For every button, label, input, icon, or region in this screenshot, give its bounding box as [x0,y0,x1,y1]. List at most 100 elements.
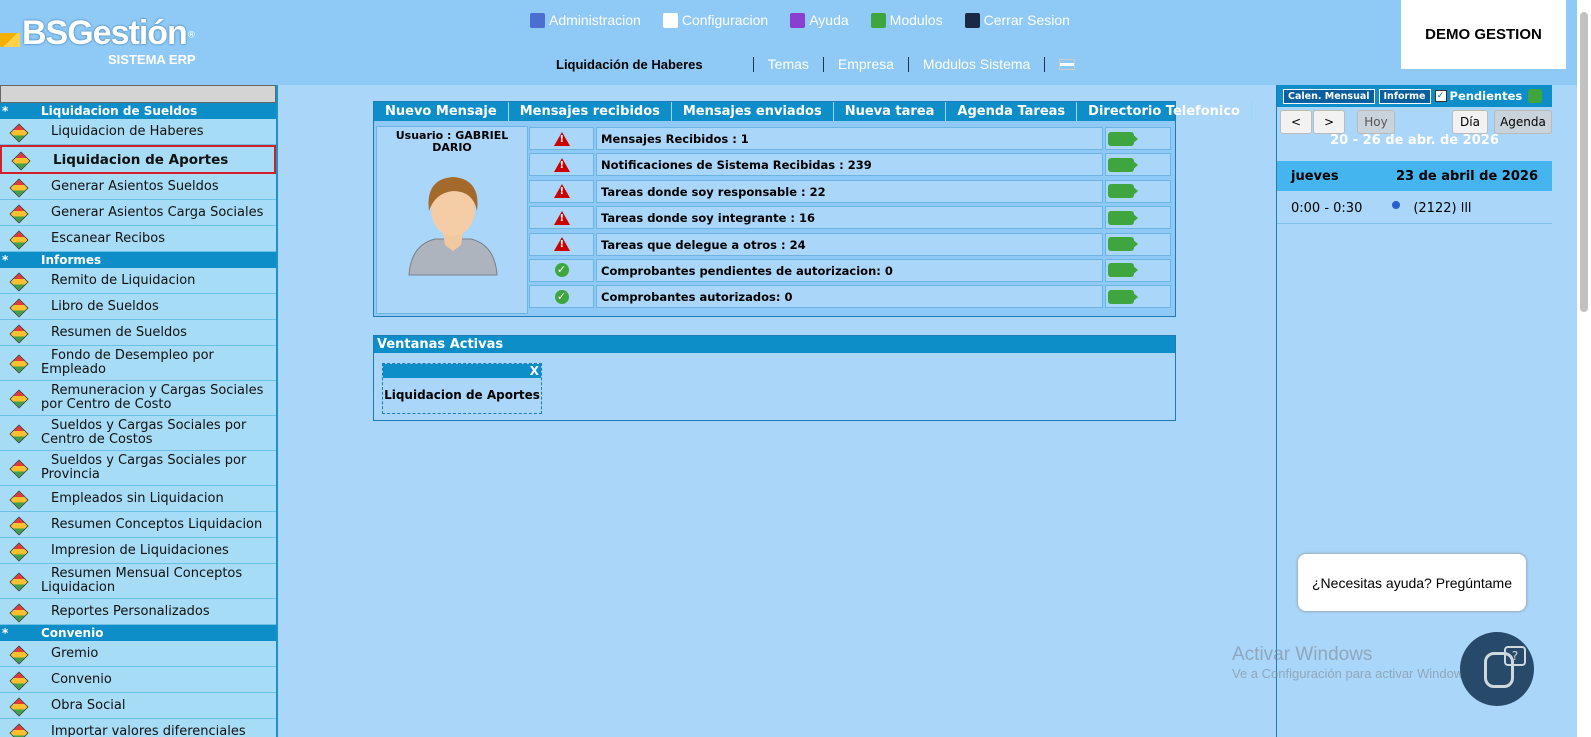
active-windows-title: Ventanas Activas [374,336,1175,353]
sidebar-item-gremio[interactable]: Gremio [0,641,276,667]
sidebar-item-label: Empleados sin Liquidacion [51,490,224,506]
tab-nueva-tarea[interactable]: Nueva tarea [834,102,947,121]
go-arrow-icon [1108,184,1138,199]
go-button[interactable] [1105,127,1171,150]
sidebar-item-label: Generar Asientos Carga Sociales [51,204,264,220]
go-button[interactable] [1105,179,1171,203]
header-bar: BSGestión® SISTEMA ERP Administracion Con… [0,0,1591,85]
summary-row: ✓ Comprobantes autorizados: 0 [529,285,1171,309]
today-button[interactable]: Hoy [1357,110,1395,134]
prev-button[interactable]: < [1280,110,1312,134]
sidebar-section-0[interactable]: * Liquidacion de Sueldos [0,103,276,119]
event-dot-icon [1392,201,1401,209]
tab-agenda-tareas[interactable]: Agenda Tareas [946,102,1078,121]
refresh-icon[interactable] [1528,89,1543,103]
topnav-modulos[interactable]: Modulos [870,12,943,28]
pending-toggle[interactable]: ✓ Pendientes [1434,89,1522,103]
warning-icon [553,237,570,252]
report-button[interactable]: Informe [1378,88,1431,104]
sidebar-item-escanear-recibos[interactable]: Escanear Recibos [0,226,276,252]
next-button[interactable]: > [1313,110,1345,134]
sidebar-item-remito-de-liquidacion[interactable]: Remito de Liquidacion [0,268,276,294]
topnav-administracion[interactable]: Administracion [530,12,641,28]
go-button[interactable] [1105,206,1171,230]
sidebar-item-resumen-mensual-conceptos-liquidacion[interactable]: Resumen Mensual Conceptos Liquidacion [0,564,276,599]
tab-nuevo-mensaje[interactable]: Nuevo Mensaje [374,102,509,121]
page-scrollbar[interactable] [1577,0,1591,737]
active-window-card[interactable]: X Liquidacion de Aportes [382,363,542,414]
section-marker: * [2,253,9,267]
sidebar-section-title: Liquidacion de Sueldos [41,104,198,118]
logo-mark-icon [0,32,20,47]
sidebar-item-reportes-personalizados[interactable]: Reportes Personalizados [0,599,276,625]
warning-icon [553,184,570,199]
language-flag-icon[interactable] [1059,58,1076,70]
sidebar-item-resumen-conceptos-liquidacion[interactable]: Resumen Conceptos Liquidacion [0,512,276,538]
topnav-ayuda[interactable]: Ayuda [790,12,849,28]
warning-icon [553,131,570,146]
chat-help-bubble[interactable]: ¿Necesitas ayuda? Pregúntame [1298,554,1526,611]
nav-empresa[interactable]: Empresa [838,56,894,72]
calendar-event[interactable]: 0:00 - 0:30 (2122) lll [1277,193,1552,224]
sidebar-item-sueldos-y-cargas-sociales-por-centro-de-costos[interactable]: Sueldos y Cargas Sociales por Centro de … [0,416,276,451]
sidebar-item-label: Impresion de Liquidaciones [51,542,229,558]
go-arrow-icon [1108,157,1138,172]
weekday-label: jueves [1291,168,1339,184]
topnav-label: Ayuda [809,12,849,28]
summary-row: Tareas que delegue a otros : 24 [529,232,1171,256]
sidebar: * Liquidacion de Sueldos Liquidacion de Ha… [0,85,278,737]
sidebar-item-label: Remito de Liquidacion [51,272,196,288]
sidebar-section-1[interactable]: * Informes [0,252,276,268]
brand-logo[interactable]: BSGestión® SISTEMA ERP [0,14,196,67]
go-button[interactable] [1105,285,1171,309]
sidebar-item-label: Generar Asientos Sueldos [51,178,219,194]
sidebar-item-generar-asientos-sueldos[interactable]: Generar Asientos Sueldos [0,174,276,200]
topnav-cerrar-sesion[interactable]: Cerrar Sesion [964,12,1070,28]
sidebar-item-libro-de-sueldos[interactable]: Libro de Sueldos [0,294,276,320]
topnav-label: Configuracion [681,12,769,28]
chatbot-button[interactable]: ? [1460,632,1534,706]
go-button[interactable] [1105,232,1171,256]
go-button[interactable] [1105,153,1171,177]
sidebar-item-label: Resumen de Sueldos [51,324,187,340]
tab-mensajes-recibidos[interactable]: Mensajes recibidos [509,102,672,121]
sidebar-item-liquidacion-de-haberes[interactable]: Liquidacion de Haberes [0,119,276,145]
summary-row-label: Tareas que delegue a otros : 24 [596,232,1103,256]
nav-temas[interactable]: Temas [768,56,809,72]
sidebar-item-importar-valores-diferenciales[interactable]: Importar valores diferenciales [0,719,276,737]
agenda-view-button[interactable]: Agenda [1494,110,1552,134]
day-view-button[interactable]: Día [1452,110,1488,134]
calendar-nav: < > Hoy Día Agenda [1278,110,1552,134]
tab-directorio-telefonico[interactable]: Directorio Telefonico [1077,102,1252,121]
sidebar-item-impresion-de-liquidaciones[interactable]: Impresion de Liquidaciones [0,538,276,564]
sidebar-item-fondo-de-desempleo-por-empleado[interactable]: Fondo de Desempleo por Empleado [0,346,276,381]
close-window-button[interactable]: X [383,364,541,378]
summary-row-label: Comprobantes autorizados: 0 [596,285,1103,309]
active-window-label[interactable]: Liquidacion de Aportes [383,378,541,412]
sidebar-item-obra-social[interactable]: Obra Social [0,693,276,719]
sidebar-item-liquidacion-de-aportes[interactable]: Liquidacion de Aportes [0,145,276,174]
topnav-configuracion[interactable]: Configuracion [662,12,769,28]
nav-modulos-sistema[interactable]: Modulos Sistema [923,56,1030,72]
sidebar-item-sueldos-y-cargas-sociales-por-provincia[interactable]: Sueldos y Cargas Sociales por Provincia [0,451,276,486]
sidebar-item-label: Sueldos y Cargas Sociales por Centro de … [41,418,247,447]
date-label: 23 de abril de 2026 [1395,168,1538,184]
monthly-calendar-button[interactable]: Calen. Mensual [1283,88,1375,104]
scrollbar-thumb[interactable] [1580,12,1588,312]
summary-row-label: Notificaciones de Sistema Recibidas : 23… [596,153,1103,177]
sidebar-item-empleados-sin-liquidacion[interactable]: Empleados sin Liquidacion [0,486,276,512]
go-arrow-icon [1108,237,1138,252]
tab-mensajes-enviados[interactable]: Mensajes enviados [672,102,834,121]
sidebar-item-generar-asientos-carga-sociales[interactable]: Generar Asientos Carga Sociales [0,200,276,226]
go-button[interactable] [1105,258,1171,282]
sidebar-item-remuneracion-y-cargas-sociales-por-centro-de-costo[interactable]: Remuneracion y Cargas Sociales por Centr… [0,381,276,416]
sidebar-section-2[interactable]: * Convenio [0,625,276,641]
sidebar-item-label: Liquidacion de Haberes [51,123,204,139]
sidebar-item-resumen-de-sueldos[interactable]: Resumen de Sueldos [0,320,276,346]
topnav-label: Modulos [889,12,943,28]
sidebar-item-convenio[interactable]: Convenio [0,667,276,693]
pending-checkbox[interactable]: ✓ [1434,90,1447,102]
messages-panel: Nuevo Mensaje Mensajes recibidos Mensajes … [373,101,1252,317]
help-icon [790,12,806,28]
config-icon [662,12,678,28]
